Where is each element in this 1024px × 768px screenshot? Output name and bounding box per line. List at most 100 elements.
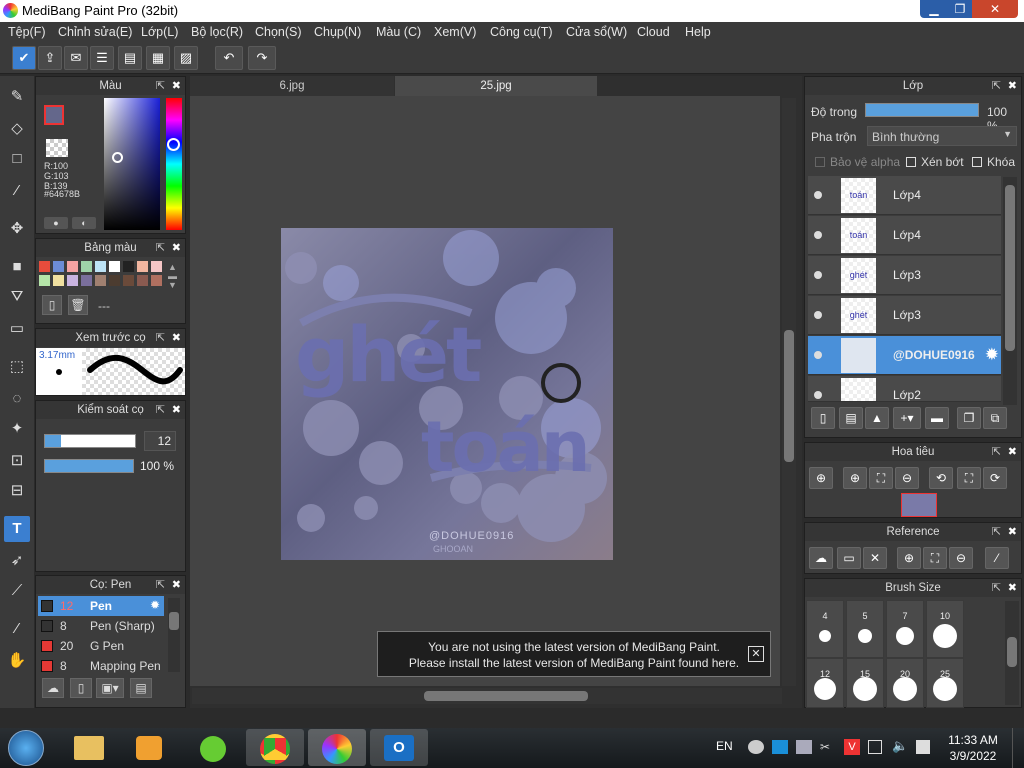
brush-size-option[interactable]: 5 — [846, 600, 884, 658]
visibility-dot-icon[interactable] — [814, 231, 822, 239]
panel-close-icon[interactable]: ✖ — [172, 329, 181, 347]
popout-icon[interactable]: ⇱ — [156, 401, 165, 419]
move-tool-icon[interactable]: ✥ — [4, 216, 30, 242]
zoom-out-icon[interactable]: ⊖ — [895, 467, 919, 489]
palette-swatch[interactable] — [39, 261, 50, 272]
clip-checkbox[interactable] — [906, 157, 916, 167]
duplicate-layer-icon[interactable]: ❐ — [957, 407, 981, 429]
layer-opacity-slider[interactable] — [865, 103, 979, 117]
palette-scroll-icon[interactable]: ▲ ▬ ▼ — [168, 263, 177, 290]
palette-swatch[interactable] — [81, 275, 92, 286]
popout-icon[interactable]: ⇱ — [992, 523, 1001, 541]
volume-icon[interactable]: 🔈 — [892, 738, 908, 754]
panel-close-icon[interactable]: ✖ — [172, 239, 181, 257]
layer-up-icon[interactable]: ▲ — [865, 407, 889, 429]
saturation-picker[interactable] — [104, 98, 160, 230]
antivirus-tray-icon[interactable]: V — [844, 739, 860, 755]
lasso-tool-icon[interactable]: ◌ — [4, 386, 30, 412]
ref-zoom-in-icon[interactable]: ⊕ — [897, 547, 921, 569]
menu-snap[interactable]: Chụp(N) — [314, 25, 361, 39]
outlook-icon[interactable]: O — [370, 729, 428, 766]
select-pen-icon[interactable]: ⊡ — [4, 448, 30, 474]
menu-select[interactable]: Chọn(S) — [255, 25, 302, 39]
palette-swatch[interactable] — [53, 261, 64, 272]
panel-close-icon[interactable]: ✖ — [172, 77, 181, 95]
new-brush-icon[interactable]: ▯ — [70, 678, 92, 698]
undo-icon[interactable]: ↶ — [215, 46, 243, 70]
palette-swatch[interactable] — [95, 275, 106, 286]
zoom-in-icon[interactable]: ⊕ — [809, 467, 833, 489]
brush-size-option[interactable]: 15 — [846, 658, 884, 708]
brush-item[interactable]: 8 Pen (Sharp) — [38, 616, 164, 636]
document-icon[interactable]: ▤ — [118, 46, 142, 70]
new-layer-icon[interactable]: ▯ — [811, 407, 835, 429]
language-indicator[interactable]: EN — [716, 739, 733, 753]
palette-swatch[interactable] — [109, 275, 120, 286]
eraser-tool-icon[interactable]: ◇ — [4, 116, 30, 142]
explorer-icon[interactable] — [60, 729, 118, 766]
restore-button[interactable]: ❐ — [946, 0, 974, 18]
zalo-tray-icon[interactable] — [772, 740, 788, 754]
bucket-tool-icon[interactable]: ⛛ — [4, 284, 30, 310]
medibang-taskbar-icon[interactable] — [308, 729, 366, 766]
popout-icon[interactable]: ⇱ — [992, 443, 1001, 461]
palette-swatch[interactable] — [67, 261, 78, 272]
brush-list-scrollbar[interactable] — [168, 598, 180, 672]
palette-swatch[interactable] — [137, 275, 148, 286]
tab-25jpg[interactable]: 25.jpg — [395, 76, 597, 96]
popout-icon[interactable]: ⇱ — [992, 579, 1001, 597]
palette-swatch[interactable] — [95, 261, 106, 272]
lock-checkbox[interactable] — [972, 157, 982, 167]
transparent-swatch[interactable] — [46, 139, 68, 157]
magic-wand-icon[interactable]: ✦ — [4, 416, 30, 442]
palette-swatch[interactable] — [123, 261, 134, 272]
tools-tray-icon[interactable]: ✂ — [820, 740, 836, 754]
visibility-dot-icon[interactable] — [814, 191, 822, 199]
media-player-icon[interactable] — [120, 729, 178, 766]
add-layer-menu-icon[interactable]: +▾ — [893, 407, 921, 429]
visibility-dot-icon[interactable] — [814, 311, 822, 319]
brush-size-slider[interactable] — [44, 434, 136, 448]
settings-list-icon[interactable]: ▨ — [174, 46, 198, 70]
layer-row[interactable]: toán Lớp4 — [808, 216, 1001, 255]
hue-slider[interactable] — [166, 98, 182, 230]
show-desktop-button[interactable] — [1012, 728, 1024, 768]
primary-color-swatch[interactable] — [44, 105, 64, 125]
palette-swatch[interactable] — [53, 275, 64, 286]
discord-tray-icon[interactable] — [748, 740, 764, 754]
visibility-dot-icon[interactable] — [814, 271, 822, 279]
chat-icon[interactable]: ☰ — [90, 46, 114, 70]
brush-size-option[interactable]: 20 — [886, 658, 924, 708]
dot-brush-icon[interactable]: ⁄ — [4, 178, 30, 204]
cloud-save-icon[interactable]: ✔ — [12, 46, 36, 70]
visibility-dot-icon[interactable] — [814, 391, 822, 399]
zoom-in-2-icon[interactable]: ⊕ — [843, 467, 867, 489]
panel-close-icon[interactable]: ✖ — [1008, 523, 1017, 541]
picker-cursor[interactable] — [112, 152, 123, 163]
popout-icon[interactable]: ⇱ — [156, 576, 165, 594]
rotate-right-icon[interactable]: ⟳ — [983, 467, 1007, 489]
menu-layer[interactable]: Lớp(L) — [141, 25, 178, 39]
minimize-button[interactable]: ▁ — [920, 0, 948, 18]
new-layer-option-icon[interactable]: ▤ — [839, 407, 863, 429]
folder-open-icon[interactable]: ▭ — [837, 547, 861, 569]
brush-tool-icon[interactable]: ✎ — [4, 84, 30, 110]
menu-color[interactable]: Màu (C) — [376, 25, 421, 39]
panel-close-icon[interactable]: ✖ — [172, 576, 181, 594]
layer-row[interactable]: Lớp2 — [808, 376, 1001, 402]
panel-close-icon[interactable]: ✖ — [172, 401, 181, 419]
brush-menu-icon[interactable]: ▣▾ — [96, 678, 124, 698]
visibility-dot-icon[interactable] — [814, 351, 822, 359]
merge-layer-icon[interactable]: ⧉ — [983, 407, 1007, 429]
upload-icon[interactable]: ⇪ — [38, 46, 62, 70]
update-notification[interactable]: You are not using the latest version of … — [377, 631, 771, 677]
select-rect-icon[interactable]: ⬚ — [4, 354, 30, 380]
popout-icon[interactable]: ⇱ — [992, 77, 1001, 95]
blend-mode-select[interactable]: Bình thường ▼ — [867, 126, 1017, 146]
layer-scrollbar[interactable] — [1003, 177, 1017, 405]
tray-icon[interactable] — [796, 740, 812, 754]
fullscreen-icon[interactable]: ⛶ — [957, 467, 981, 489]
brush-opacity-slider[interactable] — [44, 459, 134, 473]
delete-palette-icon[interactable]: 🗑 — [68, 295, 88, 315]
color-add-icon[interactable]: ● — [44, 217, 68, 229]
